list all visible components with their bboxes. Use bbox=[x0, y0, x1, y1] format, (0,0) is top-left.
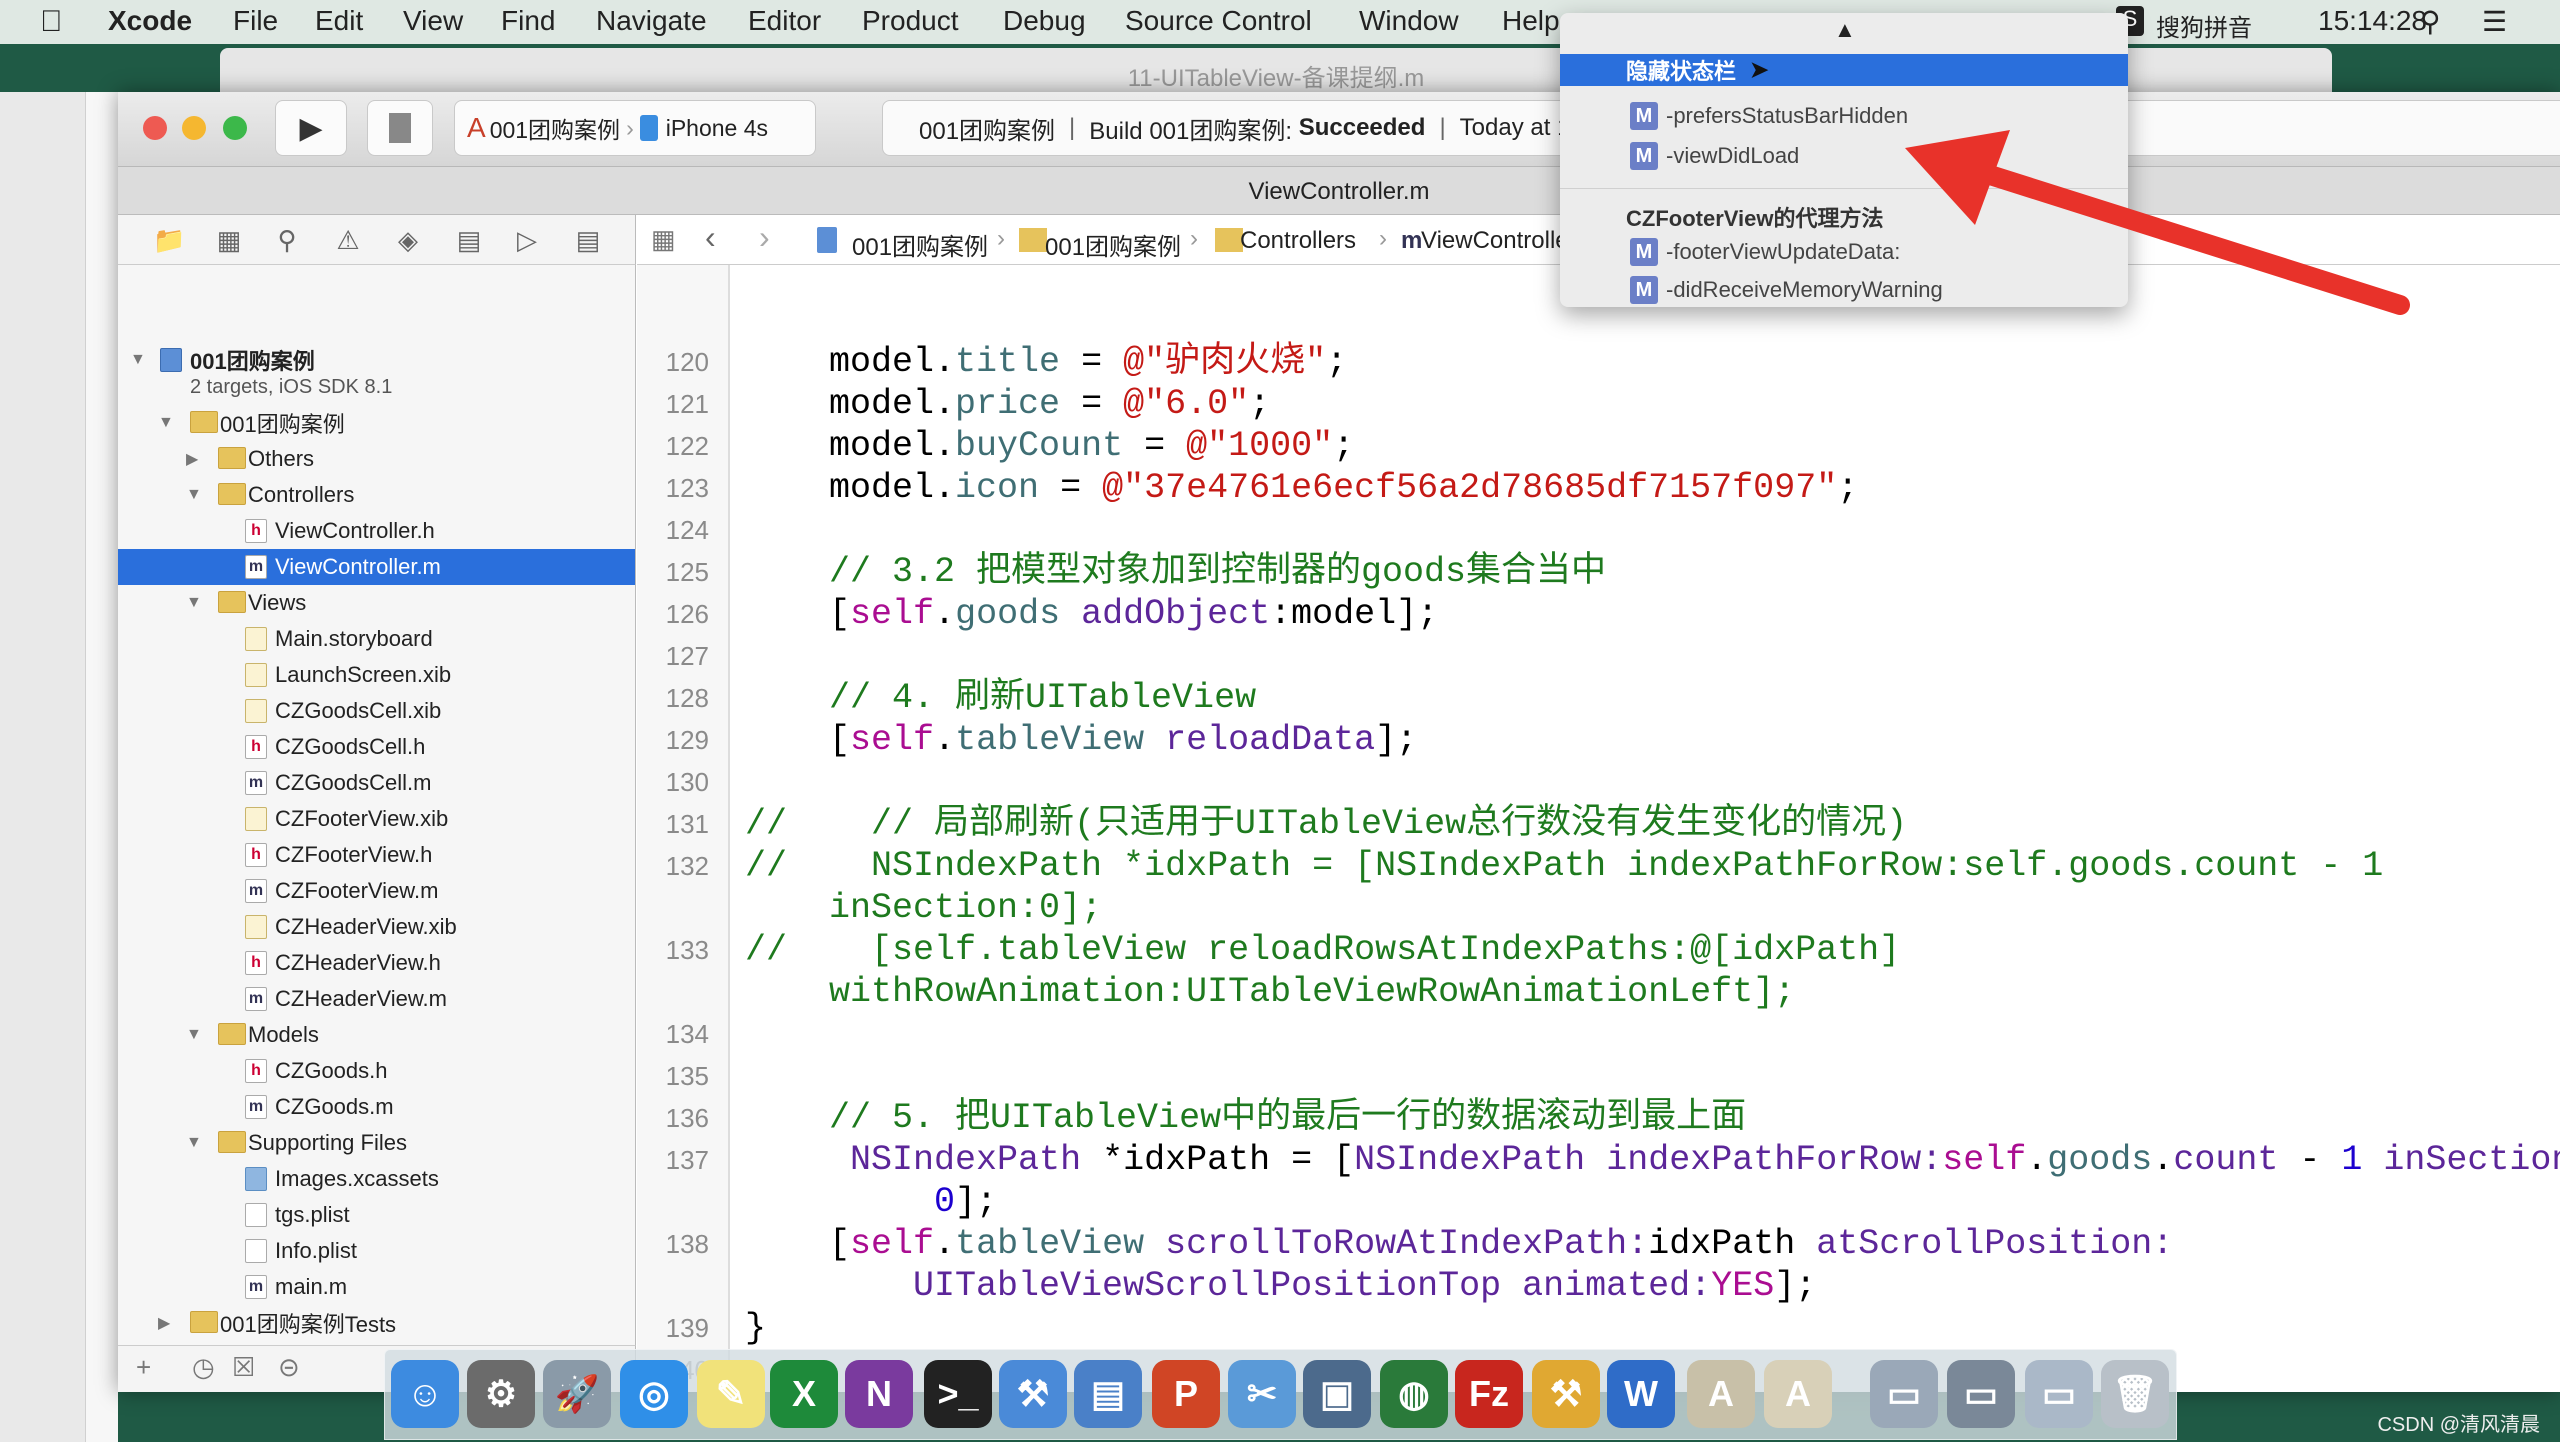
annotation-arrow bbox=[1905, 130, 2410, 315]
arrow-shaft bbox=[1980, 165, 2410, 315]
